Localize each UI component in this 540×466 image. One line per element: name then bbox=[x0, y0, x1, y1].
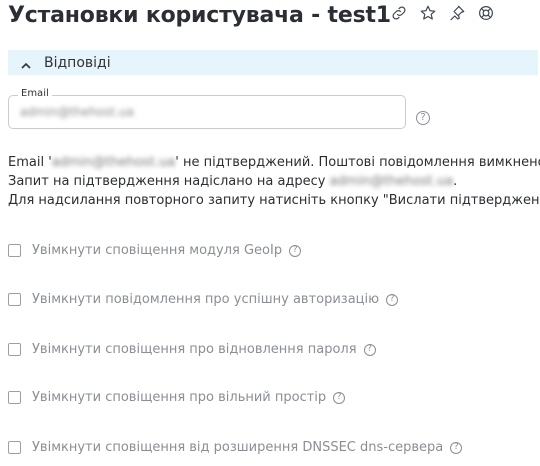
section-header-responses[interactable]: Відповіді bbox=[8, 50, 538, 75]
link-icon[interactable] bbox=[390, 4, 408, 22]
option-auth-success[interactable]: Увімкнути повідомлення про успішну автор… bbox=[8, 292, 399, 307]
option-password-recovery[interactable]: Увімкнути сповіщення про відновлення пар… bbox=[8, 342, 376, 357]
chevron-up-icon bbox=[20, 57, 32, 69]
star-icon[interactable] bbox=[419, 4, 437, 22]
option-label: Увімкнути сповіщення про відновлення пар… bbox=[32, 342, 357, 357]
title-toolbar bbox=[390, 4, 495, 22]
email-input[interactable] bbox=[18, 101, 392, 123]
help-icon[interactable]: ? bbox=[289, 244, 302, 257]
checkbox[interactable] bbox=[8, 343, 21, 356]
notice-line-2: Запит на підтвердження надіслано на адре… bbox=[8, 174, 458, 189]
checkbox[interactable] bbox=[8, 391, 21, 404]
option-label: Увімкнути сповіщення про вільний простір bbox=[32, 390, 327, 405]
email-field-label: Email bbox=[18, 88, 52, 100]
checkbox[interactable] bbox=[8, 293, 21, 306]
blurred-email: admin@thehost.ua bbox=[329, 174, 454, 189]
option-free-space[interactable]: Увімкнути сповіщення про вільний простір… bbox=[8, 390, 346, 405]
option-dnssec[interactable]: Увімкнути сповіщення від розширення DNSS… bbox=[8, 440, 463, 455]
checkbox[interactable] bbox=[8, 441, 21, 454]
notice-line-3: Для надсилання повторного запиту натисні… bbox=[8, 193, 540, 208]
email-field: Email bbox=[8, 88, 406, 129]
page-title: Установки користувача - test1 bbox=[8, 2, 391, 28]
help-icon[interactable]: ? bbox=[333, 391, 346, 404]
email-notice: Email 'admin@thehost.ua' не підтверджени… bbox=[8, 153, 540, 210]
section-label: Відповіді bbox=[44, 54, 111, 71]
option-label: Увімкнути повідомлення про успішну автор… bbox=[32, 292, 380, 307]
help-icon[interactable]: ? bbox=[450, 441, 463, 454]
help-lifebuoy-icon[interactable] bbox=[477, 4, 495, 22]
option-geoip[interactable]: Увімкнути сповіщення модуля GeoIp ? bbox=[8, 243, 302, 258]
help-icon[interactable]: ? bbox=[386, 293, 399, 306]
email-help[interactable]: ? bbox=[416, 105, 430, 125]
option-label: Увімкнути сповіщення модуля GeoIp bbox=[32, 243, 283, 258]
help-icon[interactable]: ? bbox=[363, 343, 376, 356]
blurred-email: admin@thehost.ua bbox=[51, 155, 176, 170]
help-icon: ? bbox=[416, 111, 430, 125]
pin-icon[interactable] bbox=[448, 4, 466, 22]
title-bar: Установки користувача - test1 bbox=[8, 0, 391, 30]
checkbox[interactable] bbox=[8, 244, 21, 257]
notice-line-1: Email 'admin@thehost.ua' не підтверджени… bbox=[8, 155, 540, 170]
option-label: Увімкнути сповіщення від розширення DNSS… bbox=[32, 440, 444, 455]
